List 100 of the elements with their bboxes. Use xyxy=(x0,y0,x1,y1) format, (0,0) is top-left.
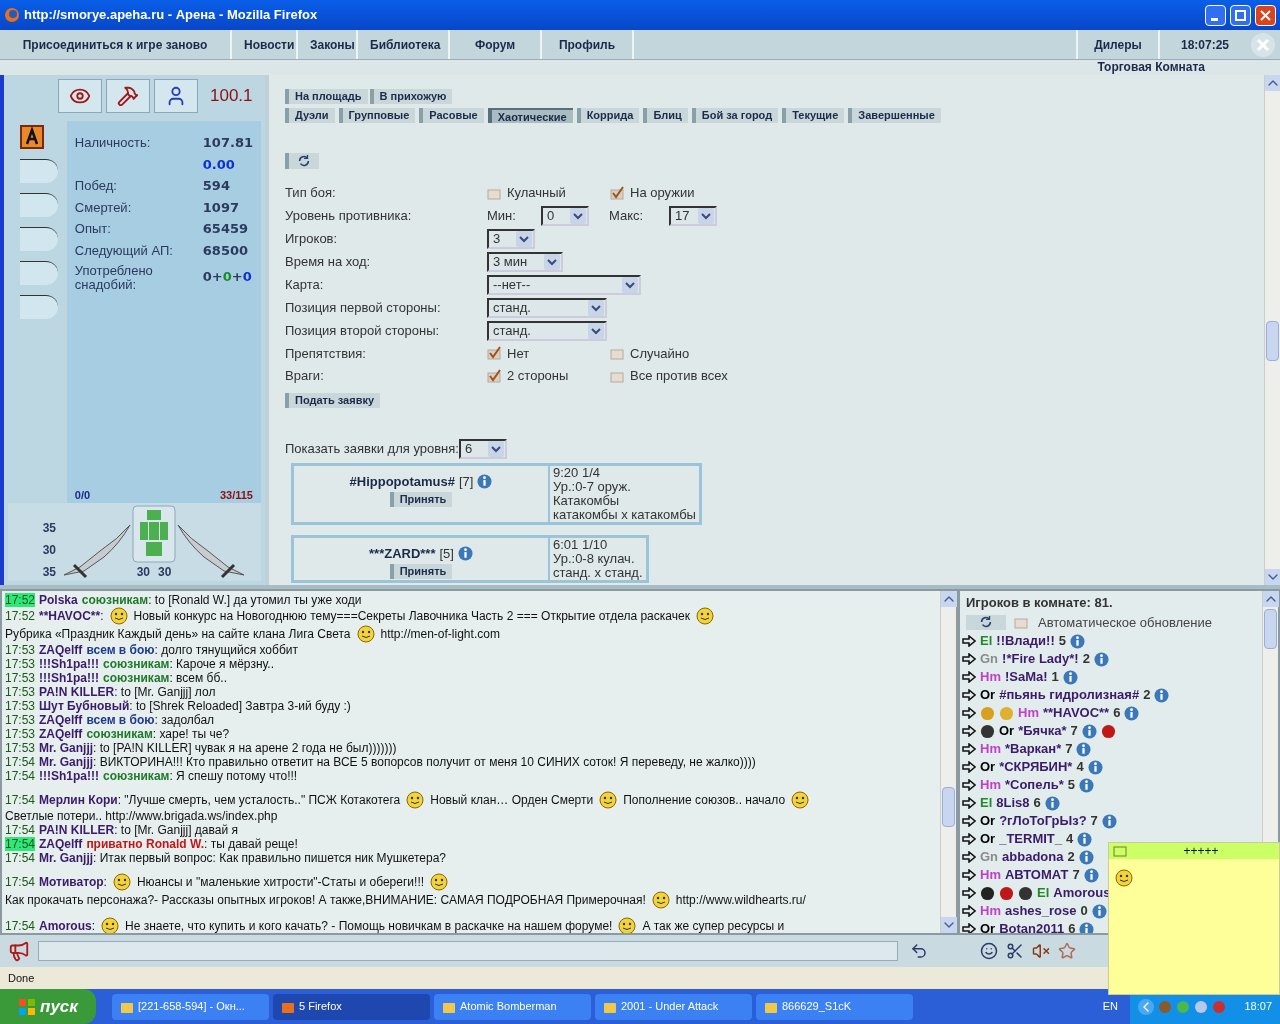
message-author[interactable]: !!!Sh1pa!!! xyxy=(39,769,100,783)
info-icon[interactable] xyxy=(457,546,473,562)
message-author[interactable]: ZAQelff xyxy=(39,713,83,727)
close-button[interactable] xyxy=(1255,4,1276,26)
side-slot[interactable] xyxy=(20,159,58,183)
select-field[interactable]: 17 xyxy=(669,205,717,226)
message-author[interactable]: !!!Sh1pa!!! xyxy=(39,657,100,671)
info-icon[interactable] xyxy=(1091,903,1107,919)
message-author[interactable]: !!!Sh1pa!!! xyxy=(39,671,100,685)
select-field[interactable]: --нет-- xyxy=(487,274,641,295)
tools-button[interactable] xyxy=(106,79,150,113)
player-name[interactable]: **HAVOC** xyxy=(1042,703,1110,723)
scroll-up-icon[interactable] xyxy=(1263,591,1279,607)
info-icon[interactable] xyxy=(1101,813,1117,829)
taskbar-item[interactable]: [221-658-594] - Окн... xyxy=(112,993,269,1020)
info-icon[interactable] xyxy=(1076,741,1092,757)
info-icon[interactable] xyxy=(477,474,493,490)
scroll-thumb[interactable] xyxy=(1264,609,1277,649)
taskbar-item[interactable]: 2001 - Under Attack xyxy=(595,993,752,1020)
player-name[interactable]: abbadona xyxy=(1002,847,1064,867)
tab[interactable]: Завершенные xyxy=(848,108,941,123)
player-name[interactable]: #Hippopotamus# xyxy=(349,472,455,492)
tab[interactable]: Блиц xyxy=(643,108,688,123)
player-name[interactable]: АВТОМАТ xyxy=(1004,865,1069,885)
scroll-up-icon[interactable] xyxy=(1265,75,1280,91)
side-slot[interactable] xyxy=(20,261,58,285)
accept-button[interactable]: Принять xyxy=(389,563,453,579)
refresh-button[interactable] xyxy=(966,614,1006,630)
accept-button[interactable]: Принять xyxy=(389,491,453,507)
player-name[interactable]: !!Влади!! xyxy=(996,631,1055,651)
player-name[interactable]: *Варкан* xyxy=(1004,739,1062,759)
info-icon[interactable] xyxy=(1154,687,1170,703)
info-icon[interactable] xyxy=(1044,795,1060,811)
tray-expand-icon[interactable] xyxy=(1138,998,1154,1015)
player-name[interactable]: !*Fire Lady*! xyxy=(1002,649,1079,669)
refresh-button[interactable] xyxy=(285,153,319,169)
info-icon[interactable] xyxy=(1083,867,1099,883)
message-author[interactable]: ZAQelff xyxy=(39,643,83,657)
tab[interactable]: Коррида xyxy=(576,108,640,123)
scroll-thumb[interactable] xyxy=(1266,321,1279,361)
chat-input[interactable] xyxy=(38,941,898,961)
info-icon[interactable] xyxy=(1079,921,1095,933)
scissors-icon[interactable] xyxy=(1006,942,1024,960)
mute-icon[interactable] xyxy=(1032,942,1050,960)
checkbox[interactable] xyxy=(487,368,503,383)
tab[interactable]: Текущие xyxy=(782,108,845,123)
player-name[interactable]: _TERMIT_ xyxy=(999,829,1062,849)
info-icon[interactable] xyxy=(1078,777,1094,793)
language-indicator[interactable]: EN xyxy=(1102,998,1118,1015)
info-icon[interactable] xyxy=(1062,669,1078,685)
info-icon[interactable] xyxy=(1077,831,1093,847)
scroll-down-icon[interactable] xyxy=(1265,569,1280,585)
tab[interactable]: Хаотические xyxy=(487,108,573,123)
player-name[interactable]: Botan2011 xyxy=(999,919,1065,933)
info-icon[interactable] xyxy=(1087,759,1103,775)
side-slot[interactable] xyxy=(20,227,58,251)
view-button[interactable] xyxy=(58,79,102,113)
message-author[interactable]: Polska xyxy=(39,593,78,607)
scrollbar[interactable] xyxy=(940,591,956,933)
message-author[interactable]: ZAQelff xyxy=(39,727,83,741)
minimize-button[interactable] xyxy=(1205,4,1226,26)
select-field[interactable]: 6 xyxy=(458,439,507,459)
player-name[interactable]: Amorous xyxy=(1053,883,1111,903)
info-icon[interactable] xyxy=(1081,723,1097,739)
tab[interactable]: Групповые xyxy=(338,108,416,123)
room-link[interactable]: В прихожую xyxy=(369,89,453,104)
select-field[interactable]: станд. xyxy=(487,297,607,318)
select-field[interactable]: 3 мин xyxy=(487,251,563,272)
select-field[interactable]: 0 xyxy=(541,205,589,226)
message-author[interactable]: Amorous xyxy=(39,919,92,933)
checkbox[interactable] xyxy=(610,346,626,361)
scroll-thumb[interactable] xyxy=(942,787,955,827)
player-name[interactable]: !SaMa! xyxy=(1004,667,1048,687)
maximize-button[interactable] xyxy=(1230,4,1251,26)
player-name[interactable]: *Бячка* xyxy=(1018,721,1067,741)
checkbox[interactable] xyxy=(1014,615,1030,630)
info-icon[interactable] xyxy=(1093,651,1109,667)
info-icon[interactable] xyxy=(1069,633,1085,649)
scrollbar[interactable] xyxy=(1264,75,1280,585)
info-icon[interactable] xyxy=(1078,849,1094,865)
player-name[interactable]: *СКРЯБИН* xyxy=(999,757,1073,777)
profile-button[interactable] xyxy=(154,79,198,113)
message-author[interactable]: ZAQelff xyxy=(39,837,83,851)
player-name[interactable]: ***ZARD*** xyxy=(369,544,436,564)
player-name[interactable]: ashes_rose xyxy=(1004,901,1077,921)
star-icon[interactable] xyxy=(1058,942,1076,960)
checkbox[interactable] xyxy=(610,185,626,200)
taskbar-item[interactable]: Atomic Bomberman xyxy=(434,993,591,1020)
side-slot[interactable] xyxy=(20,295,58,319)
player-name[interactable]: #пьянь гидролизная# xyxy=(999,685,1140,705)
player-name[interactable]: 8Lis8 xyxy=(996,793,1030,813)
start-button[interactable]: пуск xyxy=(0,989,96,1024)
checkbox[interactable] xyxy=(487,346,503,361)
tab[interactable]: Расовые xyxy=(419,108,484,123)
player-name[interactable]: ?гЛоТоГрЫз? xyxy=(999,811,1087,831)
scroll-up-icon[interactable] xyxy=(941,591,957,607)
taskbar-item[interactable]: 5 Firefox xyxy=(273,993,430,1020)
message-author[interactable]: Мерлин Кори xyxy=(39,793,118,807)
taskbar-item[interactable]: 866629_S1cK xyxy=(756,993,913,1020)
select-field[interactable]: 3 xyxy=(487,228,535,249)
